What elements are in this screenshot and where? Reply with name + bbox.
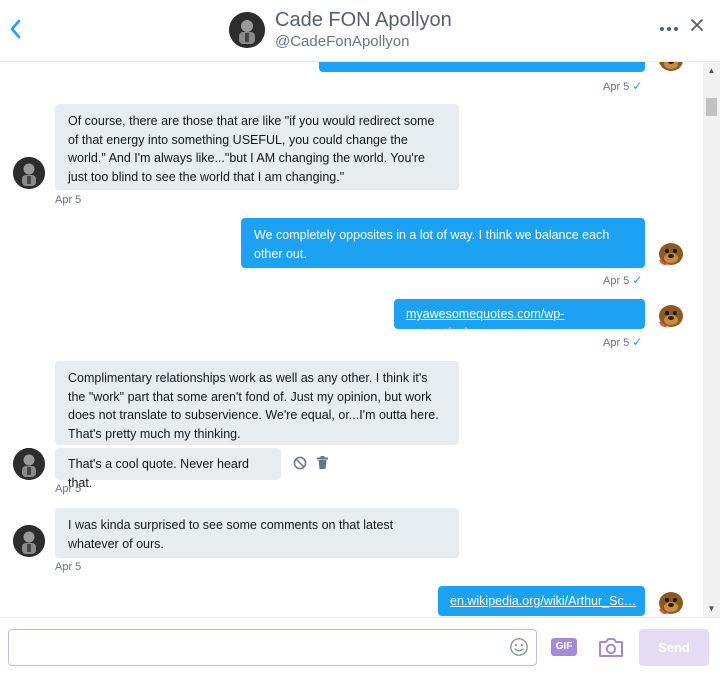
message-timestamp: Apr 5 (55, 483, 82, 495)
message-timestamp: Apr 5 ✓ (603, 335, 643, 349)
back-button[interactable] (8, 18, 28, 42)
scrollbar[interactable]: ▲ ▼ (703, 62, 720, 617)
read-check-icon: ✓ (632, 335, 643, 349)
message-timestamp: Apr 5 (55, 194, 82, 206)
message-timestamp: Apr 5 ✓ (603, 79, 643, 93)
more-button[interactable] (659, 18, 679, 39)
close-icon (691, 19, 703, 31)
avatar[interactable] (655, 236, 687, 268)
chevron-left-icon (10, 19, 21, 39)
contact-handle[interactable]: @CadeFonApollyon (275, 33, 409, 50)
message-bubble-incoming[interactable]: That's a cool quote. Never heard that. (55, 448, 281, 490)
read-check-icon: ✓ (632, 79, 643, 93)
more-horizontal-icon (660, 27, 678, 31)
read-check-icon: ✓ (632, 273, 643, 287)
block-icon (293, 456, 307, 470)
emoji-icon (510, 638, 528, 656)
message-bubble-outgoing[interactable]: We completely opposites in a lot of way.… (241, 218, 645, 268)
avatar[interactable] (13, 448, 45, 480)
avatar[interactable] (13, 525, 45, 557)
conversation-header: Cade FON Apollyon @CadeFonApollyon (0, 0, 720, 62)
message-bubble-outgoing[interactable]: en.wikipedia.org/wiki/Arthur_Sc… (438, 586, 645, 616)
send-button[interactable]: Send (639, 629, 709, 666)
trash-icon (317, 456, 328, 469)
message-link[interactable]: myawesomequotes.com/wp-content/upl… (406, 307, 564, 340)
block-button[interactable] (293, 456, 307, 473)
avatar[interactable] (229, 12, 265, 48)
avatar[interactable] (655, 585, 687, 617)
delete-button[interactable] (317, 456, 328, 473)
message-timestamp: Apr 5 ✓ (603, 273, 643, 287)
message-input[interactable] (8, 629, 537, 666)
message-link[interactable]: en.wikipedia.org/wiki/Arthur_Sc… (450, 594, 636, 608)
message-timestamp: Apr 5 (55, 561, 82, 573)
message-bubble-incoming[interactable]: Complimentary relationships work as well… (55, 361, 459, 445)
message-list[interactable]: Apr 5 ✓ Of course, there are those that … (0, 62, 703, 617)
avatar[interactable] (655, 298, 687, 330)
media-button[interactable] (598, 636, 624, 658)
contact-name[interactable]: Cade FON Apollyon (275, 9, 452, 32)
emoji-button[interactable] (509, 637, 529, 657)
scroll-down-arrow[interactable]: ▼ (703, 604, 720, 613)
close-button[interactable] (689, 16, 705, 39)
message-bubble-incoming[interactable]: I was kinda surprised to see some commen… (55, 508, 459, 558)
message-bubble-outgoing[interactable]: myawesomequotes.com/wp-content/upl… (394, 299, 645, 340)
camera-icon (599, 638, 623, 657)
scroll-up-arrow[interactable]: ▲ (703, 66, 720, 75)
avatar[interactable] (655, 62, 687, 74)
message-bubble-incoming[interactable]: Of course, there are those that are like… (55, 104, 459, 190)
scroll-thumb[interactable] (706, 98, 717, 116)
message-bubble-outgoing[interactable] (319, 62, 645, 72)
message-composer: GIF Send (0, 617, 720, 677)
gif-button[interactable]: GIF (551, 638, 577, 656)
avatar[interactable] (13, 157, 45, 189)
